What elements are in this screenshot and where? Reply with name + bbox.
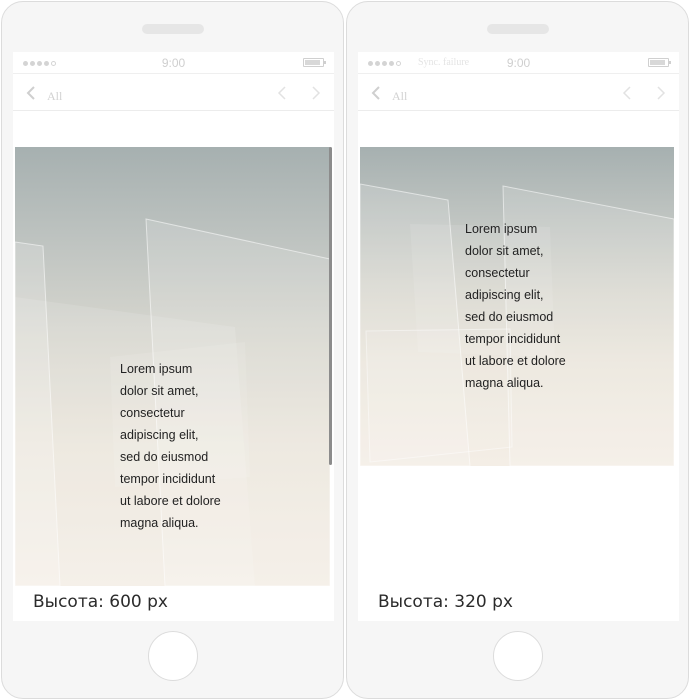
phone-screen: 9:00 All Lorem ipsum dolor sit amet, con… [13, 52, 334, 621]
speaker-grille [141, 24, 204, 34]
chevron-left-icon[interactable] [25, 86, 37, 105]
phone-screen: Sync. failure 9:00 All Lorem ipsum dolor… [358, 52, 679, 621]
nav-bar: All [13, 75, 334, 111]
chevron-left-icon[interactable] [621, 86, 633, 105]
status-time: 9:00 [161, 56, 186, 70]
banner-block: Lorem ipsum dolor sit amet, consectetur … [15, 147, 330, 586]
scrollbar[interactable] [329, 147, 332, 465]
phone-mockup-600: 9:00 All Lorem ipsum dolor sit amet, con… [1, 1, 344, 699]
home-button[interactable] [492, 631, 543, 681]
status-bar: 9:00 [13, 52, 334, 74]
nav-bar: All [358, 75, 679, 111]
phone-mockup-320: Sync. failure 9:00 All Lorem ipsum dolor… [346, 1, 689, 699]
back-link-all[interactable]: All [392, 89, 407, 104]
back-link-all[interactable]: All [47, 89, 62, 104]
chevron-right-icon[interactable] [310, 86, 322, 105]
home-button[interactable] [147, 631, 198, 681]
battery-icon [648, 58, 671, 67]
banner-block: Lorem ipsum dolor sit amet, consectetur … [360, 147, 674, 466]
chevron-left-icon[interactable] [370, 86, 382, 105]
height-caption: Высота: 600 px [33, 592, 168, 612]
chevron-left-icon[interactable] [276, 86, 288, 105]
speaker-grille [486, 24, 549, 34]
status-bar: Sync. failure 9:00 [358, 52, 679, 74]
chevron-right-icon[interactable] [655, 86, 667, 105]
banner-text: Lorem ipsum dolor sit amet, consectetur … [120, 362, 221, 530]
height-caption: Высота: 320 px [378, 592, 513, 612]
banner-text: Lorem ipsum dolor sit amet, consectetur … [465, 222, 566, 390]
battery-icon [303, 58, 326, 67]
status-time: 9:00 [506, 56, 531, 70]
